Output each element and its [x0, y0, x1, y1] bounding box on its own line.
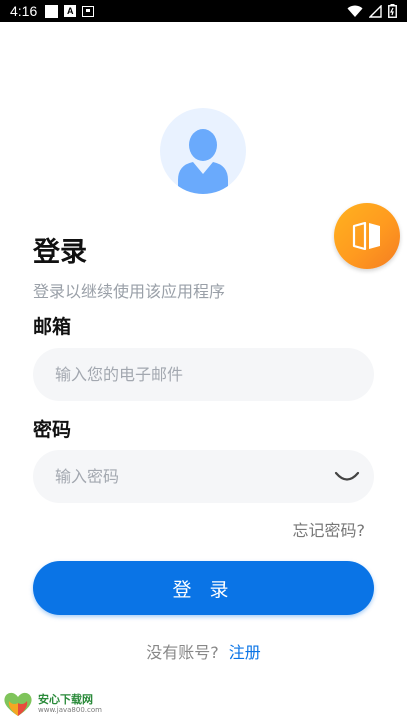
watermark-logo: 安心下载网 www.java800.com: [2, 690, 102, 718]
no-account-text: 没有账号?: [146, 643, 219, 662]
wifi-icon: [347, 5, 363, 17]
floating-action-button[interactable]: [334, 203, 400, 269]
register-row: 没有账号? 注册: [0, 639, 407, 663]
battery-icon: [388, 4, 397, 18]
avatar: [160, 108, 246, 194]
page-subtitle: 登录以继续使用该应用程序: [33, 282, 226, 301]
signal-icon: [369, 4, 382, 18]
password-field-container: [33, 450, 374, 503]
watermark-url: www.java800.com: [38, 706, 102, 714]
email-field[interactable]: [53, 364, 354, 385]
email-field-container: [33, 348, 374, 401]
login-button[interactable]: 登 录: [33, 561, 374, 615]
page-title: 登录: [33, 237, 87, 268]
book-open-icon: [352, 222, 380, 250]
screenshot-icon: [82, 5, 95, 17]
eye-closed-icon[interactable]: [334, 464, 360, 486]
register-link[interactable]: 注册: [229, 643, 261, 662]
watermark-name: 安心下载网: [38, 693, 93, 706]
a-badge-icon: A: [64, 5, 77, 17]
password-label: 密码: [33, 419, 72, 441]
email-label: 邮箱: [33, 316, 72, 338]
status-time: 4:16: [10, 3, 38, 19]
forgot-password-link[interactable]: 忘记密码?: [293, 517, 366, 541]
notification-square-icon: [45, 4, 59, 18]
user-silhouette-icon: [178, 129, 228, 194]
heart-logo-icon: [4, 692, 32, 716]
status-bar: 4:16 A: [0, 0, 407, 22]
password-field[interactable]: [53, 466, 354, 487]
